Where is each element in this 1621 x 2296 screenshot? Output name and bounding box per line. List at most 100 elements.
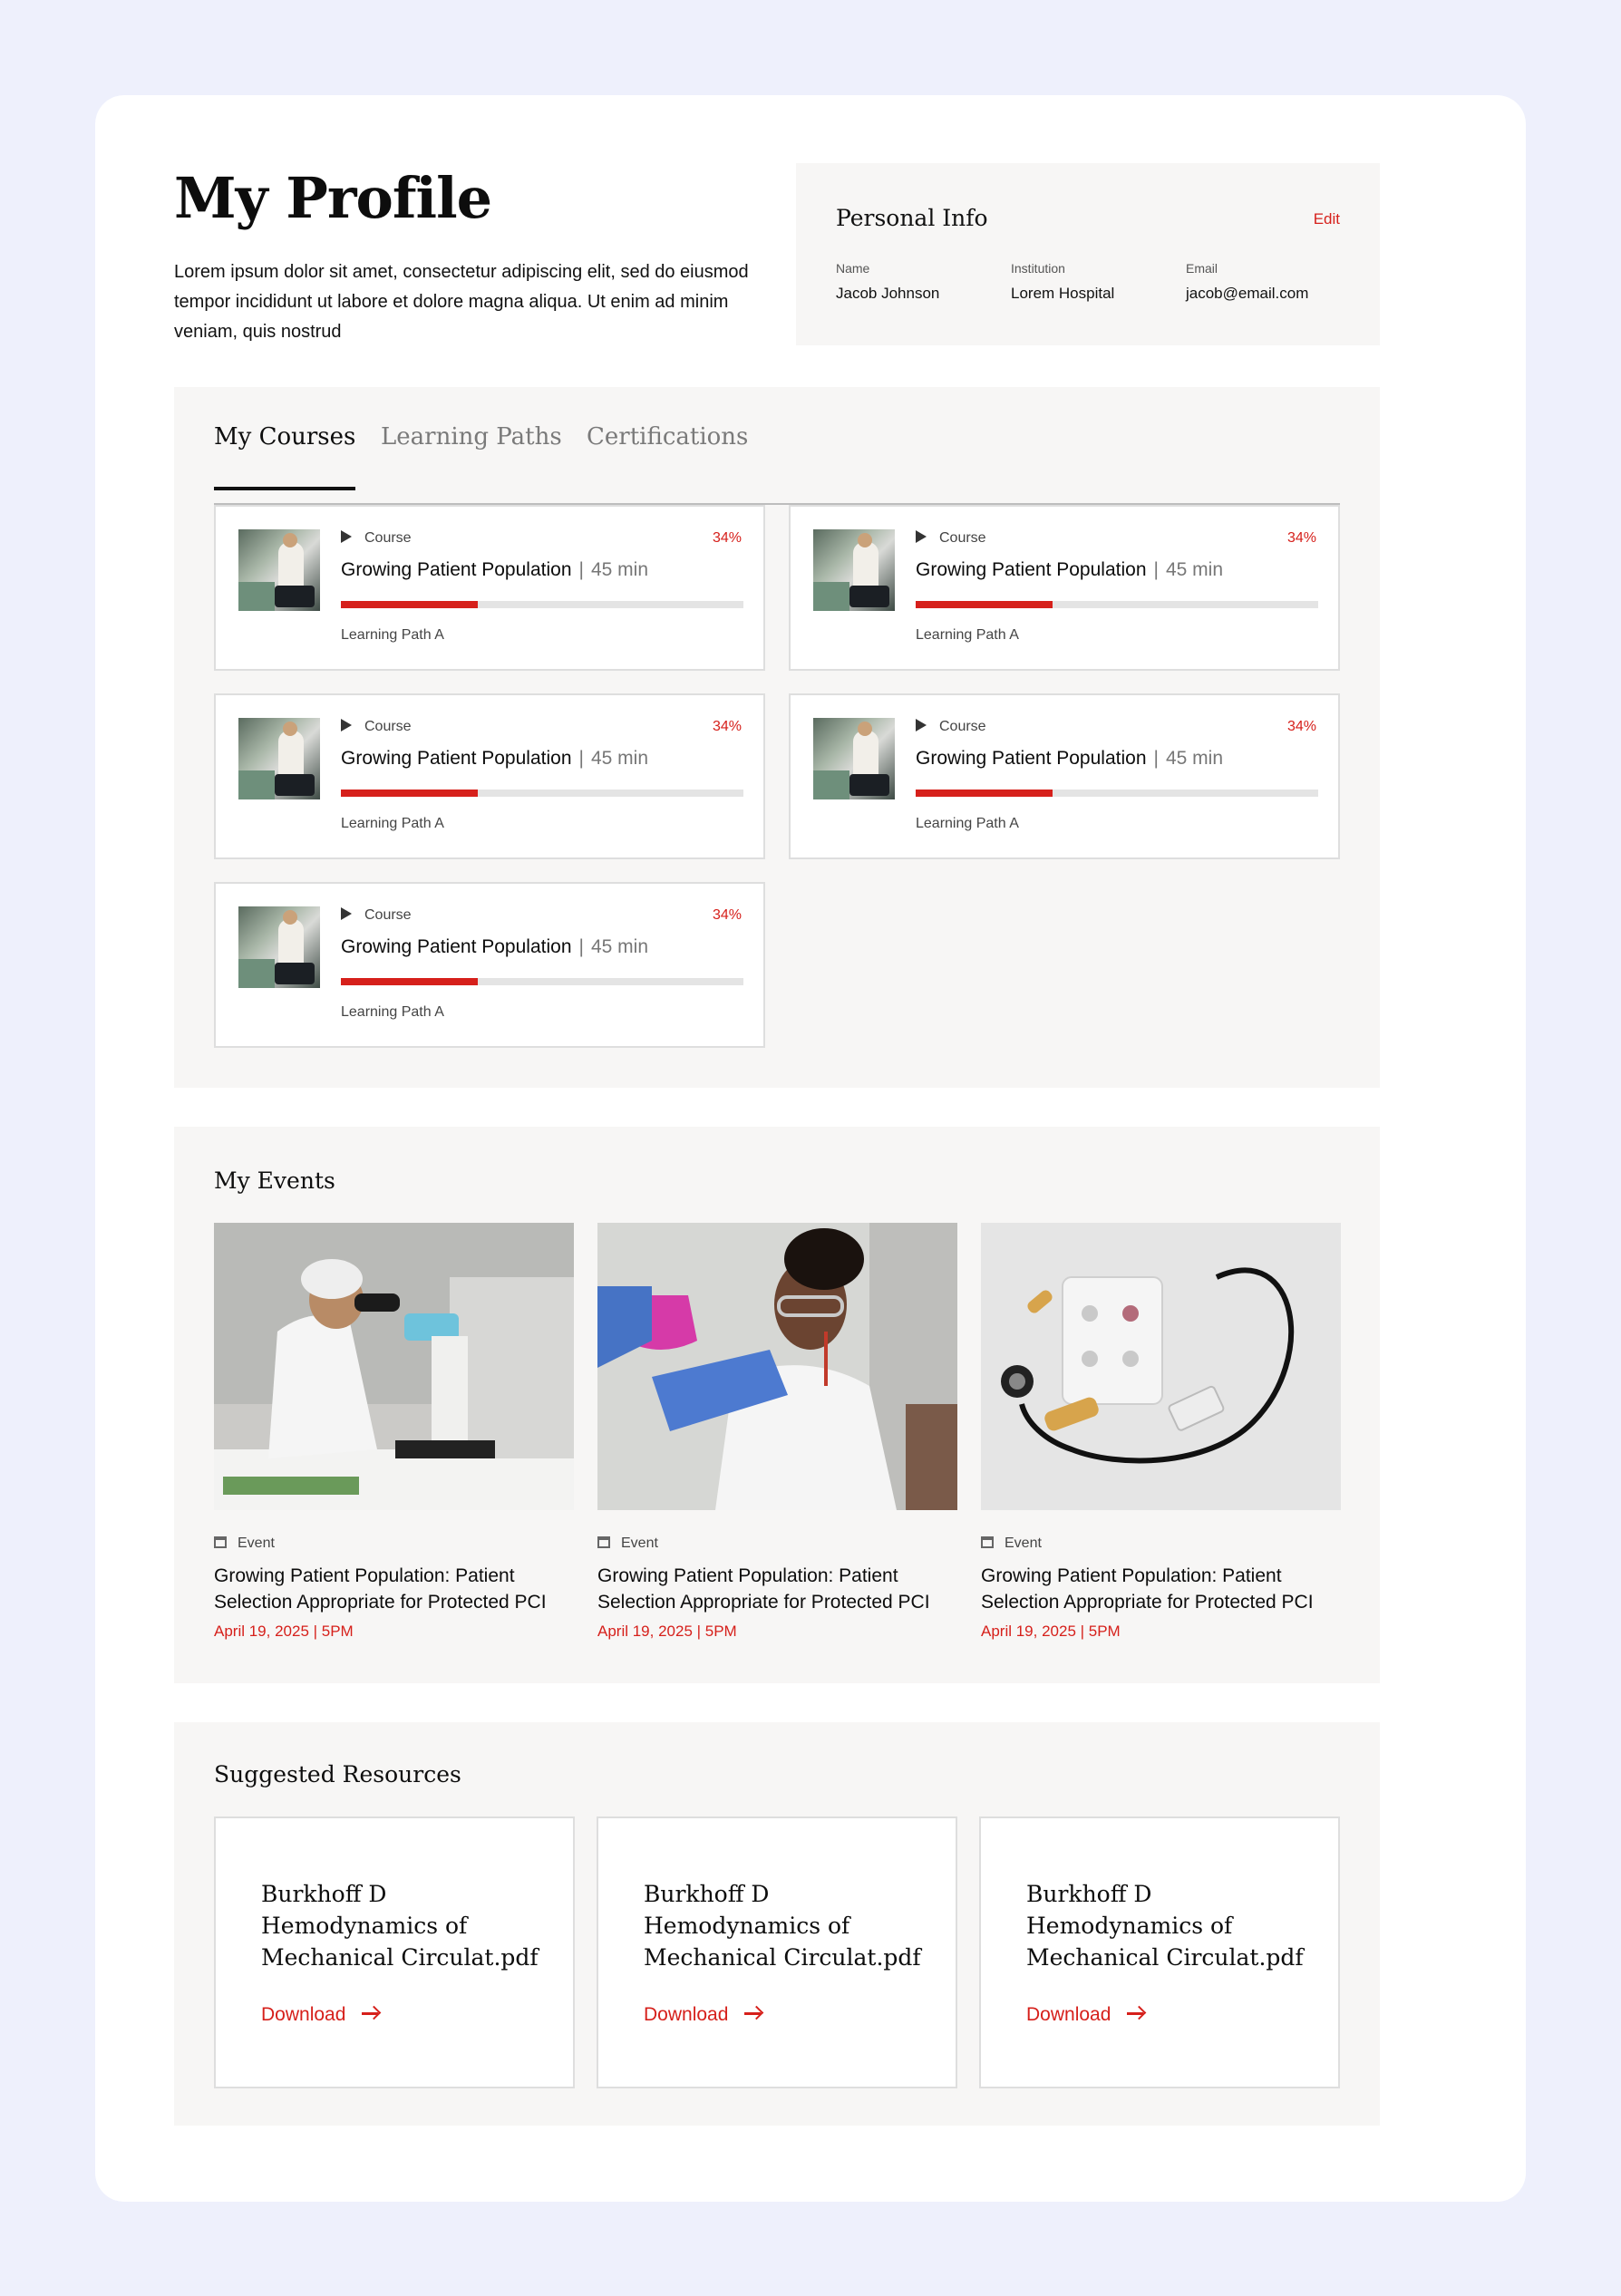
course-progress-bar bbox=[916, 790, 1318, 797]
resources-title: Suggested Resources bbox=[214, 1761, 461, 1787]
event-image-lab-scientist bbox=[597, 1223, 957, 1510]
download-link[interactable]: Download bbox=[261, 2004, 380, 2026]
course-card[interactable]: Course 34% Growing Patient Population | 45 m… bbox=[789, 505, 1340, 671]
course-progress-fill bbox=[916, 790, 1053, 797]
course-title: Growing Patient Population | 45 min bbox=[916, 748, 1223, 769]
resource-title: Burkhoff D Hemodynamics of Mechanical Ci… bbox=[644, 1881, 921, 1971]
course-title-text: Growing Patient Population bbox=[341, 559, 572, 580]
course-progress-bar bbox=[341, 978, 743, 985]
resource-title: Burkhoff D Hemodynamics of Mechanical Ci… bbox=[261, 1881, 539, 1971]
play-icon bbox=[916, 530, 927, 543]
course-progress-bar bbox=[916, 601, 1318, 608]
course-kind-label: Course bbox=[939, 719, 986, 734]
course-progress-bar bbox=[341, 601, 743, 608]
page-description: Lorem ipsum dolor sit amet, consectetur … bbox=[174, 262, 749, 342]
course-kind-label: Course bbox=[939, 530, 986, 546]
course-thumbnail bbox=[813, 529, 895, 611]
course-duration: 45 min bbox=[590, 748, 648, 769]
arrow-right-icon bbox=[744, 2007, 762, 2020]
info-label: Email bbox=[1186, 261, 1218, 276]
course-duration: 45 min bbox=[1165, 748, 1223, 769]
course-duration: 45 min bbox=[590, 559, 648, 580]
course-learning-path: Learning Path A bbox=[341, 1004, 444, 1020]
course-card[interactable]: Course 34% Growing Patient Population | 45 m… bbox=[789, 693, 1340, 859]
event-kind-label: Event bbox=[621, 1536, 658, 1551]
course-thumbnail bbox=[238, 906, 320, 988]
download-link[interactable]: Download bbox=[1026, 2004, 1145, 2026]
course-title-text: Growing Patient Population bbox=[916, 559, 1147, 580]
resource-card: Burkhoff D Hemodynamics of Mechanical Ci… bbox=[214, 1816, 575, 2088]
course-kind-label: Course bbox=[364, 530, 412, 546]
tab-bar: My Courses Learning Paths Certifications bbox=[214, 423, 1340, 505]
course-progress-fill bbox=[341, 790, 478, 797]
event-kind: Event bbox=[597, 1536, 957, 1552]
course-progress-fill bbox=[341, 601, 478, 608]
personal-info-title: Personal Info bbox=[836, 205, 988, 231]
event-image-microscope bbox=[214, 1223, 574, 1510]
event-date: April 19, 2025 | 5PM bbox=[597, 1623, 737, 1640]
event-date: April 19, 2025 | 5PM bbox=[981, 1623, 1121, 1640]
course-title-text: Growing Patient Population bbox=[916, 748, 1147, 769]
info-value: Jacob Johnson bbox=[836, 285, 940, 302]
info-label: Institution bbox=[1011, 261, 1065, 276]
personal-info-panel: Personal Info Edit Name Jacob Johnson In… bbox=[796, 163, 1380, 345]
course-progress-fill bbox=[341, 978, 478, 985]
course-learning-path: Learning Path A bbox=[341, 627, 444, 643]
arrow-right-icon bbox=[362, 2007, 380, 2020]
course-card[interactable]: Course 34% Growing Patient Population | 45 m… bbox=[214, 505, 765, 671]
info-name: Name Jacob Johnson bbox=[836, 261, 939, 303]
course-card[interactable]: Course 34% Growing Patient Population | 45 m… bbox=[214, 882, 765, 1048]
course-learning-path: Learning Path A bbox=[341, 816, 444, 831]
event-title[interactable]: Growing Patient Population: Patient Sele… bbox=[214, 1563, 574, 1615]
download-label: Download bbox=[1026, 2004, 1111, 2025]
info-value: jacob@email.com bbox=[1186, 285, 1309, 302]
course-progress-percent: 34% bbox=[712, 907, 742, 923]
course-thumbnail bbox=[813, 718, 895, 799]
play-icon bbox=[916, 719, 927, 731]
download-label: Download bbox=[261, 2004, 346, 2025]
course-progress-percent: 34% bbox=[712, 530, 742, 546]
event-title[interactable]: Growing Patient Population: Patient Sele… bbox=[981, 1563, 1341, 1615]
edit-button[interactable]: Edit bbox=[1314, 210, 1340, 228]
course-duration: 45 min bbox=[590, 936, 648, 957]
course-kind: Course bbox=[341, 907, 412, 924]
resource-card: Burkhoff D Hemodynamics of Mechanical Ci… bbox=[597, 1816, 957, 2088]
calendar-icon bbox=[214, 1536, 227, 1548]
course-title: Growing Patient Population | 45 min bbox=[341, 936, 648, 957]
event-card[interactable]: Event Growing Patient Population: Patien… bbox=[597, 1223, 957, 1641]
resource-title: Burkhoff D Hemodynamics of Mechanical Ci… bbox=[1026, 1881, 1304, 1971]
course-kind-label: Course bbox=[364, 907, 412, 923]
course-title: Growing Patient Population | 45 min bbox=[916, 559, 1223, 580]
calendar-icon bbox=[597, 1536, 610, 1548]
arrow-right-icon bbox=[1127, 2007, 1145, 2020]
play-icon bbox=[341, 907, 352, 920]
info-institution: Institution Lorem Hospital bbox=[1011, 261, 1114, 303]
courses-section: My Courses Learning Paths Certifications… bbox=[174, 387, 1380, 1088]
events-title: My Events bbox=[214, 1167, 335, 1194]
course-progress-percent: 34% bbox=[1286, 530, 1316, 546]
event-title[interactable]: Growing Patient Population: Patient Sele… bbox=[597, 1563, 957, 1615]
course-duration: 45 min bbox=[1165, 559, 1223, 580]
course-thumbnail bbox=[238, 718, 320, 799]
download-label: Download bbox=[644, 2004, 729, 2025]
course-title: Growing Patient Population | 45 min bbox=[341, 559, 648, 580]
event-image-stethoscope bbox=[981, 1223, 1341, 1510]
download-link[interactable]: Download bbox=[644, 2004, 762, 2026]
course-kind: Course bbox=[341, 530, 412, 547]
course-learning-path: Learning Path A bbox=[916, 627, 1019, 643]
event-card[interactable]: Event Growing Patient Population: Patien… bbox=[981, 1223, 1341, 1641]
course-progress-fill bbox=[916, 601, 1053, 608]
tab-certifications[interactable]: Certifications bbox=[587, 423, 748, 487]
resources-section: Suggested Resources Burkhoff D Hemodynam… bbox=[174, 1722, 1380, 2126]
course-kind-label: Course bbox=[364, 719, 412, 734]
tab-my-courses[interactable]: My Courses bbox=[214, 423, 356, 490]
play-icon bbox=[341, 530, 352, 543]
tab-learning-paths[interactable]: Learning Paths bbox=[381, 423, 562, 487]
event-card[interactable]: Event Growing Patient Population: Patien… bbox=[214, 1223, 574, 1641]
course-title-text: Growing Patient Population bbox=[341, 936, 572, 957]
course-progress-percent: 34% bbox=[712, 719, 742, 734]
resource-card: Burkhoff D Hemodynamics of Mechanical Ci… bbox=[979, 1816, 1340, 2088]
event-date: April 19, 2025 | 5PM bbox=[214, 1623, 354, 1640]
course-card[interactable]: Course 34% Growing Patient Population | 45 m… bbox=[214, 693, 765, 859]
event-kind-label: Event bbox=[1005, 1536, 1042, 1551]
